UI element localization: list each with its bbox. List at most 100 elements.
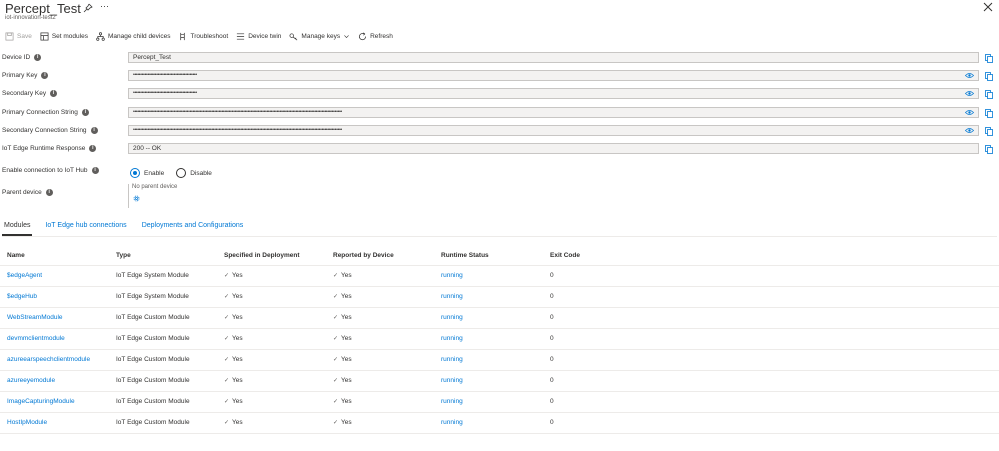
check-icon: ✓ — [333, 336, 339, 342]
module-name-link[interactable]: azureearspeechclientmodule — [7, 356, 90, 363]
eye-icon[interactable] — [965, 72, 974, 79]
disable-option[interactable]: Disable — [176, 168, 212, 178]
enable-option[interactable]: Enable — [130, 168, 164, 178]
module-name-link[interactable]: WebStreamModule — [7, 314, 63, 321]
disable-radio[interactable] — [176, 168, 187, 178]
refresh-button[interactable]: Refresh — [358, 31, 393, 41]
page-title: Percept_Test — [5, 1, 81, 16]
copy-icon[interactable] — [985, 127, 993, 136]
runtime-response-field: 200 -- OK — [128, 143, 979, 154]
eye-icon[interactable] — [965, 90, 974, 97]
info-icon[interactable]: i — [89, 145, 97, 152]
reported-cell: ✓ Yes — [333, 314, 352, 321]
tab-divider — [2, 236, 997, 237]
exit-code: 0 — [550, 272, 554, 279]
pin-icon[interactable] — [83, 3, 93, 13]
module-name-link[interactable]: devmmclientmodule — [7, 335, 65, 342]
runtime-status-link[interactable]: running — [441, 335, 463, 342]
tab-bar: Modules IoT Edge hub connections Deploym… — [2, 222, 256, 236]
column-header-type[interactable]: Type — [116, 252, 131, 259]
exit-code: 0 — [550, 377, 554, 384]
tab-modules[interactable]: Modules — [2, 222, 33, 236]
set-modules-icon — [40, 32, 49, 40]
runtime-status-link[interactable]: running — [441, 419, 463, 426]
secondary-connection-label: Secondary Connection String i — [2, 127, 98, 134]
gear-icon[interactable] — [132, 194, 141, 203]
info-icon[interactable]: i — [91, 167, 99, 174]
secondary-connection-label-text: Secondary Connection String — [2, 127, 87, 134]
runtime-status-link[interactable]: running — [441, 314, 463, 321]
parent-device-label: Parent device i — [2, 189, 53, 196]
set-modules-button[interactable]: Set modules — [40, 32, 88, 41]
module-type: IoT Edge Custom Module — [116, 356, 190, 363]
check-icon: ✓ — [333, 315, 339, 321]
device-twin-button[interactable]: Device twin — [236, 32, 281, 41]
device-id-field: Percept_Test — [128, 52, 979, 63]
reported-cell: ✓ Yes — [333, 377, 352, 384]
check-icon: ✓ — [224, 357, 230, 363]
tab-iot-edge-hub-connections[interactable]: IoT Edge hub connections — [43, 222, 128, 236]
column-header-reported[interactable]: Reported by Device — [333, 252, 394, 259]
primary-connection-field: ••••••••••••••••••••••••••••••••••••••••… — [128, 107, 979, 118]
runtime-status-link[interactable]: running — [441, 293, 463, 300]
set-modules-label: Set modules — [51, 32, 88, 40]
more-icon[interactable]: ··· — [100, 1, 109, 11]
specified-cell: ✓ Yes — [224, 335, 243, 342]
check-icon: ✓ — [224, 336, 230, 342]
reported-value: Yes — [341, 293, 352, 300]
eye-icon[interactable] — [965, 109, 974, 116]
exit-code: 0 — [550, 293, 554, 300]
check-icon: ✓ — [333, 294, 339, 300]
reported-cell: ✓ Yes — [333, 419, 352, 426]
save-button[interactable]: Save — [5, 32, 32, 41]
runtime-status-link[interactable]: running — [441, 272, 463, 279]
runtime-status-link[interactable]: running — [441, 398, 463, 405]
enable-connection-radio-group: Enable Disable — [130, 168, 224, 178]
info-icon[interactable]: i — [50, 90, 58, 97]
tab-deployments-and-configurations[interactable]: Deployments and Configurations — [140, 222, 246, 236]
column-header-specified[interactable]: Specified in Deployment — [224, 252, 300, 259]
module-name-link[interactable]: ImageCapturingModule — [7, 398, 75, 405]
copy-icon[interactable] — [985, 109, 993, 118]
secondary-key-field: ••••••••••••••••••••••••••••••••••••••••… — [128, 88, 979, 99]
check-icon: ✓ — [224, 378, 230, 384]
copy-icon[interactable] — [985, 90, 993, 99]
secondary-connection-field: ••••••••••••••••••••••••••••••••••••••••… — [128, 125, 979, 136]
copy-icon[interactable] — [985, 145, 993, 154]
troubleshoot-button[interactable]: Troubleshoot — [178, 32, 228, 41]
column-header-runtime-status[interactable]: Runtime Status — [441, 252, 489, 259]
manage-child-devices-button[interactable]: Manage child devices — [96, 31, 170, 41]
column-header-exit-code[interactable]: Exit Code — [550, 252, 580, 259]
table-header: Name Type Specified in Deployment Report… — [0, 249, 999, 266]
manage-keys-label: Manage keys — [301, 32, 341, 40]
runtime-status-link[interactable]: running — [441, 356, 463, 363]
reported-cell: ✓ Yes — [333, 356, 352, 363]
module-name-link[interactable]: azureeyemodule — [7, 377, 55, 384]
info-icon[interactable]: i — [45, 189, 53, 196]
column-header-name[interactable]: Name — [7, 252, 25, 259]
check-icon: ✓ — [224, 273, 230, 279]
info-icon[interactable]: i — [90, 127, 98, 134]
runtime-status-link[interactable]: running — [441, 377, 463, 384]
module-name-link[interactable]: $edgeHub — [7, 293, 37, 300]
module-name-link[interactable]: $edgeAgent — [7, 272, 42, 279]
close-icon[interactable] — [983, 2, 993, 12]
info-icon[interactable]: i — [41, 72, 49, 79]
manage-keys-button[interactable]: Manage keys — [289, 32, 350, 41]
copy-icon[interactable] — [985, 54, 993, 63]
module-name-link[interactable]: HostIpModule — [7, 419, 47, 426]
reported-value: Yes — [341, 356, 352, 363]
enable-connection-label: Enable connection to IoT Hub i — [2, 167, 99, 174]
info-icon[interactable]: i — [81, 109, 89, 116]
table-row: devmmclientmodule IoT Edge Custom Module… — [0, 329, 999, 350]
specified-value: Yes — [232, 293, 243, 300]
primary-key-row: Primary Key i ••••••••••••••••••••••••••… — [0, 70, 999, 84]
enable-radio[interactable] — [130, 168, 140, 178]
refresh-label: Refresh — [370, 32, 393, 40]
secondary-connection-row: Secondary Connection String i ••••••••••… — [0, 125, 999, 139]
eye-icon[interactable] — [965, 127, 974, 134]
check-icon: ✓ — [333, 378, 339, 384]
copy-icon[interactable] — [985, 72, 993, 81]
specified-value: Yes — [232, 356, 243, 363]
info-icon[interactable]: i — [34, 54, 42, 61]
